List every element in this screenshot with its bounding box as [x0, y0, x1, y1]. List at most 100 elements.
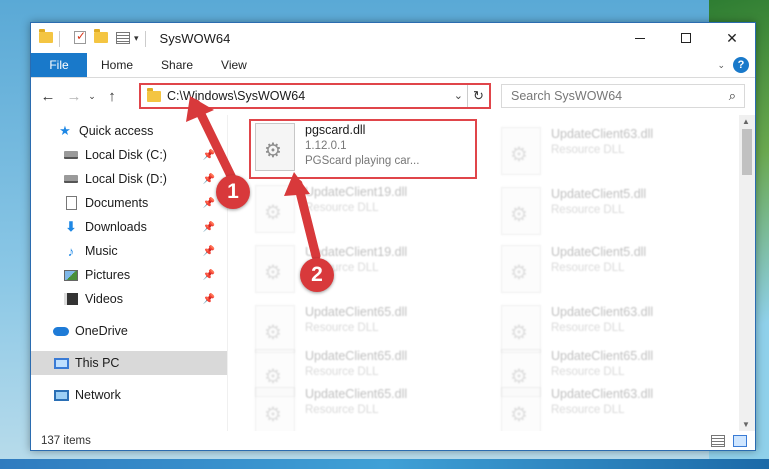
sidebar-item-label: Videos [85, 292, 123, 306]
pin-icon[interactable]: 📌 [203, 270, 215, 281]
tab-view[interactable]: View [207, 53, 261, 77]
sidebar-item-label: This PC [75, 356, 120, 370]
recent-locations-chevron-icon[interactable]: ⌄ [85, 91, 99, 102]
file-name: UpdateClient5.dll [551, 187, 647, 201]
maximize-button[interactable] [663, 23, 709, 53]
sidebar-item-label: Quick access [79, 124, 154, 138]
file-name: UpdateClient65.dll [551, 349, 654, 363]
file-type: Resource DLL [551, 322, 625, 334]
tab-file[interactable]: File [31, 53, 87, 77]
sidebar-item-quick-access[interactable]: ★ Quick access [31, 119, 227, 143]
sidebar-item-local-disk-c[interactable]: Local Disk (C:) 📌 [31, 143, 227, 167]
sidebar-item-label: Documents [85, 196, 149, 210]
help-icon[interactable]: ? [733, 57, 749, 73]
sidebar-item-documents[interactable]: Documents 📌 [31, 191, 227, 215]
file-tile[interactable]: UpdateClient63.dll Resource DLL [497, 125, 719, 181]
sidebar-item-label: Downloads [85, 220, 147, 234]
file-type: Resource DLL [551, 366, 625, 378]
folder-icon [39, 29, 53, 46]
file-tile[interactable]: UpdateClient19.dll Resource DLL [251, 183, 473, 239]
file-version: 1.12.0.1 [305, 140, 347, 152]
sidebar-item-label: Pictures [85, 268, 131, 282]
pin-icon[interactable]: 📌 [203, 150, 215, 161]
forward-arrow-icon[interactable]: → [63, 88, 85, 105]
file-name: UpdateClient5.dll [551, 245, 647, 259]
file-description: PGScard playing car... [305, 155, 420, 167]
sidebar-item-label: Local Disk (C:) [85, 148, 167, 162]
address-path[interactable]: C:\Windows\SysWOW64 [167, 89, 305, 103]
file-name: UpdateClient63.dll [551, 305, 654, 319]
up-arrow-icon[interactable]: ↑ [101, 88, 123, 105]
back-arrow-icon[interactable]: ← [37, 88, 59, 105]
minimize-icon [635, 37, 645, 39]
pin-icon[interactable]: 📌 [203, 222, 215, 233]
music-icon: ♪ [67, 243, 75, 259]
close-icon: ✕ [726, 29, 738, 46]
sidebar-item-onedrive[interactable]: OneDrive [31, 319, 227, 343]
file-type: Resource DLL [305, 322, 379, 334]
annotation-badge-2: 2 [300, 258, 334, 292]
pin-icon[interactable]: 📌 [203, 246, 215, 257]
file-tile[interactable]: UpdateClient19.dllResource DLL [251, 243, 473, 299]
scrollbar-thumb[interactable] [742, 129, 752, 175]
onedrive-icon [53, 323, 69, 339]
pin-icon[interactable]: 📌 [203, 294, 215, 305]
file-type: Resource DLL [305, 404, 379, 416]
scroll-up-icon[interactable]: ▲ [742, 117, 750, 126]
file-tile[interactable]: UpdateClient5.dll Resource DLL [497, 185, 719, 241]
pin-icon[interactable]: 📌 [203, 198, 215, 209]
status-bar: 137 items [31, 431, 755, 451]
title-bar: ▾ SysWOW64 ✕ [31, 23, 755, 53]
expand-ribbon-chevron-icon[interactable]: ⌄ [717, 60, 725, 71]
details-view-icon[interactable] [711, 435, 725, 447]
sidebar-item-downloads[interactable]: ⬇ Downloads 📌 [31, 215, 227, 239]
address-bar[interactable]: C:\Windows\SysWOW64 ⌄ ↻ [139, 83, 491, 109]
customize-toolbar-chevron-icon[interactable]: ▾ [134, 33, 139, 44]
minimize-button[interactable] [617, 23, 663, 53]
file-explorer-window: ▾ SysWOW64 ✕ File Home Share View ⌄ ? ← … [30, 22, 756, 451]
navigation-pane: ★ Quick access Local Disk (C:) 📌 Local D… [31, 119, 227, 431]
maximize-icon [681, 33, 691, 43]
file-tile[interactable]: UpdateClient65.dll Resource DLL [251, 385, 473, 431]
sidebar-item-network[interactable]: Network [31, 383, 227, 407]
annotation-badge-1: 1 [216, 175, 250, 209]
sidebar-item-pictures[interactable]: Pictures 📌 [31, 263, 227, 287]
sidebar-item-videos[interactable]: Videos 📌 [31, 287, 227, 311]
scroll-down-icon[interactable]: ▼ [742, 420, 750, 429]
pictures-icon [63, 267, 79, 283]
sidebar-item-label: Local Disk (D:) [85, 172, 167, 186]
sidebar-item-local-disk-d[interactable]: Local Disk (D:) 📌 [31, 167, 227, 191]
tab-home[interactable]: Home [87, 53, 147, 77]
file-tile[interactable]: UpdateClient63.dll Resource DLL [497, 385, 719, 431]
properties-check-icon[interactable] [74, 29, 86, 46]
dll-file-icon [255, 305, 295, 353]
vertical-scrollbar[interactable]: ▲ ▼ [739, 115, 755, 431]
sidebar-item-label: Music [85, 244, 118, 258]
file-tile-pgscard[interactable]: pgscard.dll 1.12.0.1 PGScard playing car… [249, 119, 477, 179]
sidebar-item-music[interactable]: ♪ Music 📌 [31, 239, 227, 263]
address-dropdown-chevron-icon[interactable]: ⌄ [454, 89, 463, 102]
file-name: pgscard.dll [305, 123, 366, 137]
ribbon-tabs: File Home Share View ⌄ ? [31, 53, 755, 78]
pin-icon[interactable]: 📌 [203, 174, 215, 185]
file-name: UpdateClient19.dll [305, 185, 408, 199]
refresh-icon[interactable]: ↻ [467, 85, 489, 107]
desktop-background-water [0, 459, 769, 469]
file-type: Resource DLL [305, 202, 379, 214]
drive-icon [63, 171, 79, 187]
documents-icon [63, 195, 79, 211]
tab-share[interactable]: Share [147, 53, 207, 77]
file-name: UpdateClient65.dll [305, 349, 408, 363]
sidebar-item-this-pc[interactable]: This PC [31, 351, 227, 375]
window-controls: ✕ [617, 23, 755, 53]
properties-icon[interactable] [116, 30, 130, 46]
large-icons-view-icon[interactable] [733, 435, 747, 447]
search-input[interactable]: Search SysWOW64 ⌕ [501, 84, 745, 108]
file-name: UpdateClient63.dll [551, 127, 654, 141]
file-type: Resource DLL [551, 144, 625, 156]
close-button[interactable]: ✕ [709, 23, 755, 53]
pane-divider[interactable] [227, 115, 228, 431]
new-folder-icon[interactable] [94, 29, 108, 46]
file-tile[interactable]: UpdateClient5.dll Resource DLL [497, 243, 719, 299]
dll-file-icon [501, 187, 541, 235]
